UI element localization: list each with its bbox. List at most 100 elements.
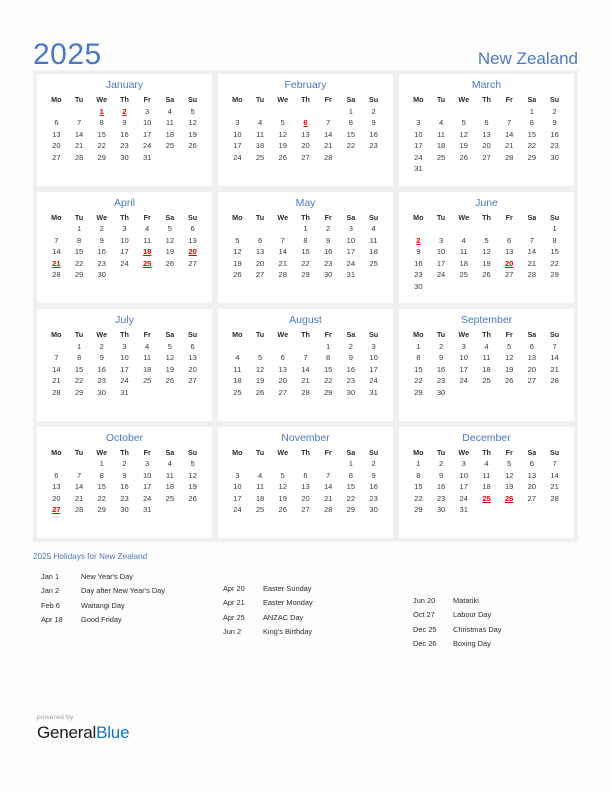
day-cell: 5 <box>167 341 172 351</box>
day-cell: 8 <box>326 353 331 363</box>
day-cell: 17 <box>414 141 423 151</box>
day-cell: 16 <box>346 364 356 374</box>
day-cell: 7 <box>54 235 59 245</box>
day-cell-empty <box>45 106 68 118</box>
day-cell-empty <box>430 281 453 293</box>
day-cell-empty <box>543 164 566 176</box>
day-cell: 1 <box>76 341 82 351</box>
day-cell: 17 <box>459 364 468 374</box>
day-cell-empty <box>521 387 544 399</box>
day-cell-empty <box>226 106 249 118</box>
weekday-header-sa: Sa <box>346 447 356 457</box>
day-cell: 27 <box>188 376 197 386</box>
day-cell: 22 <box>74 258 84 268</box>
day-cell: 20 <box>527 364 537 374</box>
day-cell: 7 <box>76 118 82 128</box>
day-cell: 23 <box>323 258 333 268</box>
weekday-header-th: Th <box>120 95 129 105</box>
day-cell: 31 <box>142 152 152 162</box>
day-cell: 11 <box>165 118 174 128</box>
day-cell: 4 <box>257 118 263 128</box>
week-row: 30 <box>407 281 566 293</box>
week-row: 1 2 3 4 <box>226 224 385 236</box>
week-row: 12 <box>226 459 385 471</box>
day-cell: 28 <box>74 152 84 162</box>
day-cell-empty <box>452 164 475 176</box>
month-name: November <box>281 431 330 444</box>
day-cell: 4 <box>438 118 444 128</box>
holiday-name: Easter Monday <box>263 598 313 608</box>
day-cell-empty <box>249 106 272 118</box>
weekday-header-fr: Fr <box>143 212 151 222</box>
day-cell: 10 <box>120 353 129 363</box>
day-cell-empty <box>271 459 294 471</box>
day-cell: 20 <box>301 141 310 151</box>
day-cell: 8 <box>552 235 557 245</box>
day-cell: 18 <box>233 376 242 386</box>
weekday-header-we: We <box>277 95 289 105</box>
weekday-header-we: We <box>96 330 108 340</box>
day-cell: 15 <box>74 364 84 374</box>
day-cell-empty <box>68 459 91 471</box>
weekday-header-tu: Tu <box>74 95 84 105</box>
day-cell: 4 <box>257 470 263 480</box>
holiday-list-item: Apr 25 ANZAC Day <box>223 611 413 625</box>
day-cell: 28 <box>527 270 537 280</box>
day-cell: 10 <box>346 235 356 245</box>
day-cell: 24 <box>120 376 129 386</box>
day-cell: 19 <box>188 129 197 139</box>
weekday-header-row: Mo Tu We Th Fr Sa Su <box>45 448 204 459</box>
month-day-grid: Mo Tu We Th Fr Sa Su 1 2 3 4 5 6 7 8 9 10 11 12 13 14 15 16 17… <box>407 213 566 293</box>
day-cell: 26 <box>188 493 197 503</box>
day-cell-empty <box>159 270 182 282</box>
day-cell: 16 <box>120 482 129 492</box>
weekday-header-row: Mo Tu We Th Fr Sa Su <box>407 95 566 106</box>
day-cell: 11 <box>256 129 264 139</box>
day-cell-empty <box>452 281 475 293</box>
week-row: 1 2 3 4 5 <box>45 106 204 118</box>
weekday-header-mo: Mo <box>413 95 424 105</box>
weekday-header-su: Su <box>369 212 379 222</box>
weekday-header-we: We <box>458 447 470 457</box>
day-cell-empty <box>452 387 475 399</box>
month-card-november: November Mo Tu We Th Fr Sa Su 1 2 3 4 5 6 7 8 9 10 11 12 13… <box>218 426 393 538</box>
page-header: 2025 New Zealand <box>33 36 578 70</box>
week-row: 20 21 22 23 24 25 26 <box>45 141 204 153</box>
weekday-header-sa: Sa <box>527 447 537 457</box>
day-cell: 9 <box>99 235 104 245</box>
day-cell: 15 <box>414 364 423 374</box>
day-cell-empty <box>362 152 385 164</box>
weekday-header-fr: Fr <box>324 212 332 222</box>
day-cell: 15 <box>527 129 537 139</box>
week-row: 15 16 17 18 19 20 21 <box>407 482 566 494</box>
day-cell: 22 <box>414 493 423 503</box>
day-cell: 10 <box>233 129 242 139</box>
day-cell: 1 <box>416 459 421 469</box>
weekday-header-we: We <box>96 212 108 222</box>
day-cell: 3 <box>235 118 240 128</box>
day-cell: 29 <box>550 270 559 280</box>
day-cell: 24 <box>233 152 242 162</box>
weekday-header-su: Su <box>550 95 560 105</box>
brand-general-text: General <box>37 722 97 742</box>
day-cell: 23 <box>120 141 129 151</box>
holidays-heading: 2025 Holidays for New Zealand <box>33 552 148 561</box>
month-card-january: January Mo Tu We Th Fr Sa Su 1 2 3 4 5 6 7 8 9 10 11 12 13 1… <box>37 74 212 186</box>
day-cell-empty <box>475 387 498 399</box>
day-cell: 15 <box>550 247 559 257</box>
holiday-list-item: Feb 6 Waitangi Day <box>41 599 223 613</box>
month-card-december: December Mo Tu We Th Fr Sa Su 1 2 3 4 5 6 7 8 9 10 11 12 13 1… <box>399 426 574 538</box>
weekday-header-row: Mo Tu We Th Fr Sa Su <box>45 330 204 341</box>
week-row: 7 8 9 10 11 12 13 <box>45 353 204 365</box>
day-cell: 30 <box>323 270 333 280</box>
day-cell: 13 <box>504 247 514 257</box>
month-day-grid: Mo Tu We Th Fr Sa Su 1 2 3 4 5 6 7 8 9 10 11 12 13 14 15 16 17… <box>407 95 566 175</box>
month-card-august: August Mo Tu We Th Fr Sa Su 1 2 3 4 5 6 7 8 9 10 11 12 13 14… <box>218 309 393 421</box>
day-cell: 1 <box>552 224 557 234</box>
day-cell: 28 <box>323 152 333 162</box>
day-cell: 16 <box>97 247 106 257</box>
weekday-header-we: We <box>277 330 289 340</box>
day-cell: 12 <box>188 470 197 480</box>
weekday-header-mo: Mo <box>51 330 62 340</box>
day-cell: 14 <box>323 482 333 492</box>
